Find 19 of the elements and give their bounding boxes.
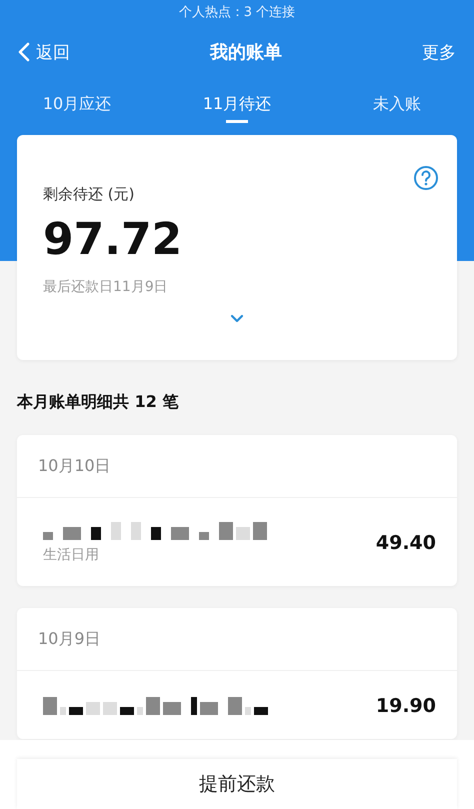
date-header: 10月9日 bbox=[17, 608, 457, 671]
page-title: 我的账单 bbox=[210, 41, 282, 64]
tab[interactable]: 未入账 bbox=[332, 78, 462, 126]
more-button[interactable]: 更多 bbox=[422, 40, 456, 64]
back-icon bbox=[18, 42, 30, 62]
balance-label: 剩余待还 (元) bbox=[43, 185, 136, 204]
amount-text: 49.40 bbox=[376, 532, 436, 554]
tab[interactable]: 10月应还 bbox=[12, 78, 142, 126]
category-text: 生活日用 bbox=[43, 546, 100, 564]
section-title: 本月账单明细共 12 笔 bbox=[17, 392, 180, 413]
chevron-down-icon bbox=[230, 314, 244, 324]
amount-text: 19.90 bbox=[376, 695, 436, 717]
date-header: 10月10日 bbox=[17, 435, 457, 498]
prepay-button[interactable]: 提前还款 bbox=[17, 759, 457, 809]
status-text: 个人热点：3 个连接 bbox=[178, 4, 296, 22]
back-button[interactable]: 返回 bbox=[18, 40, 70, 64]
balance-amount: 97.72 bbox=[43, 216, 184, 264]
due-date-text: 最后还款日11月9日 bbox=[43, 278, 169, 296]
help-icon bbox=[413, 165, 439, 191]
